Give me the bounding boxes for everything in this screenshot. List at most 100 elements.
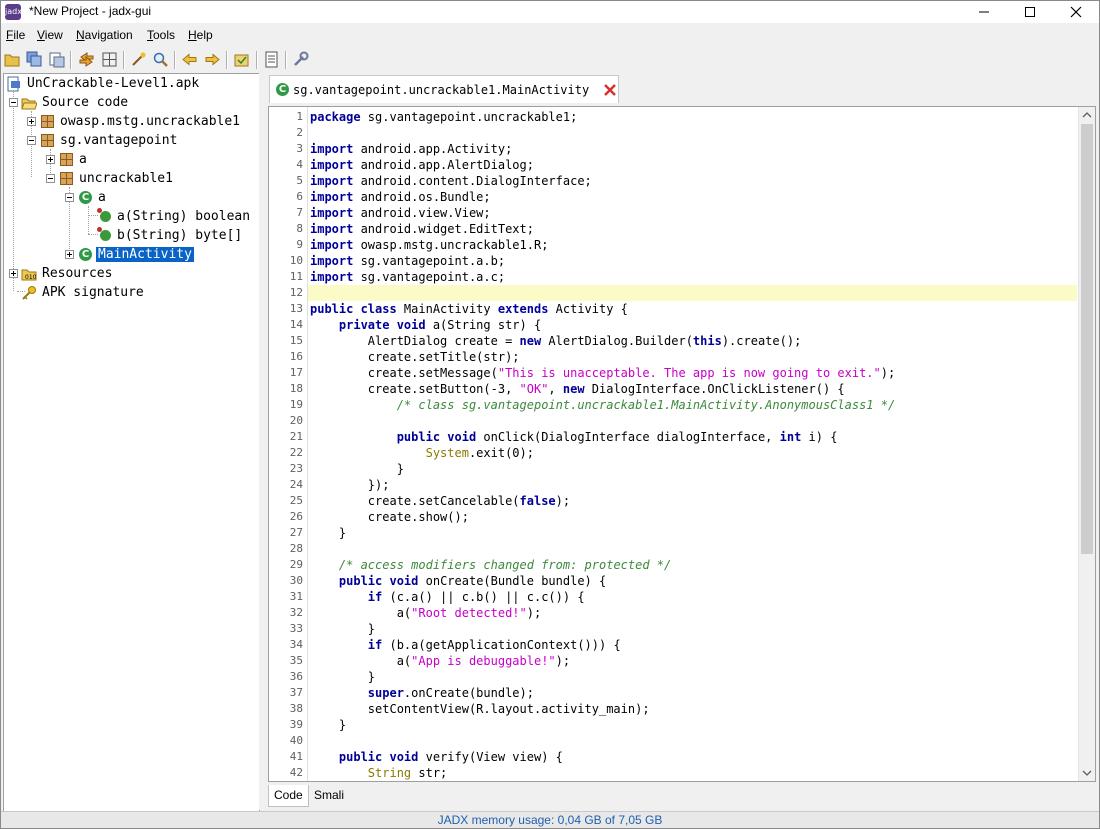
close-tab-button[interactable] [603, 83, 617, 97]
window-title: *New Project - jadx-gui [29, 4, 152, 18]
code-line: import sg.vantagepoint.a.c; [310, 270, 506, 284]
tree-node-apk[interactable]: UnCrackable-Level1.apk [6, 74, 201, 93]
code-line: public void verify(View view) { [338, 750, 563, 764]
tab-smali[interactable]: Smali [309, 785, 349, 806]
tree-node-resources[interactable]: 010 Resources [21, 264, 114, 283]
code-line: if (c.a() || c.b() || c.c()) { [367, 590, 585, 604]
tree-connector [88, 206, 89, 234]
tree-label: a(String) boolean [117, 209, 251, 224]
tree-node-package-sg[interactable]: sg.vantagepoint [40, 131, 179, 150]
tree-node-apk-signature[interactable]: APK signature [21, 283, 146, 302]
line-number: 29 [289, 558, 303, 571]
line-number: 25 [289, 494, 303, 507]
flatten-packages-icon [102, 52, 117, 67]
package-icon [41, 115, 54, 128]
code-line: } [310, 718, 347, 732]
back-icon [182, 53, 197, 66]
collapse-toggle[interactable] [27, 136, 36, 145]
tree-node-class-mainactivity[interactable]: C MainActivity [78, 245, 194, 264]
code-line: } [310, 526, 347, 540]
expand-toggle[interactable] [27, 117, 36, 126]
line-number: 30 [289, 574, 303, 587]
code-line: public void onCreate(Bundle bundle) { [338, 574, 607, 588]
search-button[interactable] [152, 51, 169, 68]
forward-button[interactable] [204, 51, 221, 68]
decompile-all-button[interactable] [130, 51, 147, 68]
export-button[interactable] [48, 51, 65, 68]
code-line: private void a(String str) { [338, 318, 542, 332]
tree-node-class-a[interactable]: C a [78, 188, 108, 207]
open-file-button[interactable] [4, 51, 21, 68]
collapse-toggle[interactable] [46, 174, 55, 183]
split-pane-divider[interactable] [259, 73, 264, 810]
sync-button[interactable] [78, 51, 95, 68]
back-button[interactable] [181, 51, 198, 68]
line-number: 10 [289, 254, 303, 267]
code-line: import android.app.Activity; [310, 142, 513, 156]
menu-tools[interactable]: Tools [147, 28, 175, 42]
menu-navigation[interactable]: Navigation [76, 28, 133, 42]
minimize-button[interactable] [961, 1, 1007, 23]
collapse-toggle[interactable] [9, 98, 18, 107]
tree-node-source-code[interactable]: Source code [21, 93, 130, 112]
line-number: 22 [289, 446, 303, 459]
tab-mainactivity[interactable]: C sg.vantagepoint.uncrackable1.MainActiv… [269, 75, 619, 103]
package-icon [60, 172, 73, 185]
line-number: 20 [289, 414, 303, 427]
line-number: 5 [296, 174, 303, 187]
code-line: import android.view.View; [310, 206, 491, 220]
log-icon [265, 51, 278, 68]
code-line: import android.widget.EditText; [310, 222, 534, 236]
code-line: create.setMessage("This is unacceptable.… [310, 366, 896, 380]
line-number: 26 [289, 510, 303, 523]
tree-node-package-owasp[interactable]: owasp.mstg.uncrackable1 [40, 112, 242, 131]
tree-label: owasp.mstg.uncrackable1 [60, 114, 241, 129]
line-number: 23 [289, 462, 303, 475]
preferences-button[interactable] [292, 51, 309, 68]
code-line: System.exit(0); [425, 446, 534, 460]
close-window-button[interactable] [1053, 1, 1099, 23]
code-line: create.setButton(-3, "OK", new DialogInt… [310, 382, 845, 396]
vertical-scrollbar[interactable] [1078, 107, 1095, 781]
tree-node-package-uncrackable1[interactable]: uncrackable1 [59, 169, 175, 188]
memory-usage-text: JADX memory usage: 0,04 GB of 7,05 GB [437, 813, 663, 827]
scroll-down-icon[interactable] [1082, 768, 1092, 778]
menu-file[interactable]: File [6, 28, 25, 42]
flatten-packages-button[interactable] [101, 51, 118, 68]
forward-icon [205, 53, 220, 66]
expand-toggle[interactable] [9, 269, 18, 278]
tree-node-method-b[interactable]: b(String) byte[] [97, 226, 244, 245]
expand-toggle[interactable] [65, 250, 74, 259]
collapse-toggle[interactable] [65, 193, 74, 202]
save-all-button[interactable] [26, 51, 43, 68]
class-icon: C [276, 83, 289, 96]
code-line: /* access modifiers changed from: protec… [338, 558, 672, 572]
deobfuscation-button[interactable] [233, 51, 250, 68]
menu-help[interactable]: Help [188, 28, 213, 42]
code-line: } [310, 462, 404, 476]
code-line: if (b.a(getApplicationContext())) { [367, 638, 621, 652]
line-number: 37 [289, 686, 303, 699]
code-line: a("Root detected!"); [310, 606, 542, 620]
code-line: public class MainActivity extends Activi… [310, 302, 628, 316]
line-number: 14 [289, 318, 303, 331]
tree-label: a [79, 152, 87, 167]
line-number: 9 [296, 238, 303, 251]
open-file-icon [4, 54, 20, 67]
scrollbar-thumb[interactable] [1081, 124, 1093, 554]
line-number: 28 [289, 542, 303, 555]
scroll-up-icon[interactable] [1082, 110, 1092, 120]
maximize-button[interactable] [1007, 1, 1053, 23]
line-number: 13 [289, 302, 303, 315]
menu-view[interactable]: View [37, 28, 63, 42]
tree-node-package-a[interactable]: a [59, 150, 89, 169]
tree-node-method-a[interactable]: a(String) boolean [97, 207, 252, 226]
code-line: create.show(); [310, 510, 469, 524]
save-all-icon [26, 51, 42, 67]
tab-code[interactable]: Code [268, 785, 309, 807]
code-editor[interactable]: 1 2 3 4 5 6 7 8 9 10 11 12 13 14 15 16 17 18 19 20 21 22 23 24 2… [268, 106, 1096, 782]
log-viewer-button[interactable] [263, 51, 280, 68]
line-number: 31 [289, 590, 303, 603]
expand-toggle[interactable] [46, 155, 55, 164]
line-number: 32 [289, 606, 303, 619]
